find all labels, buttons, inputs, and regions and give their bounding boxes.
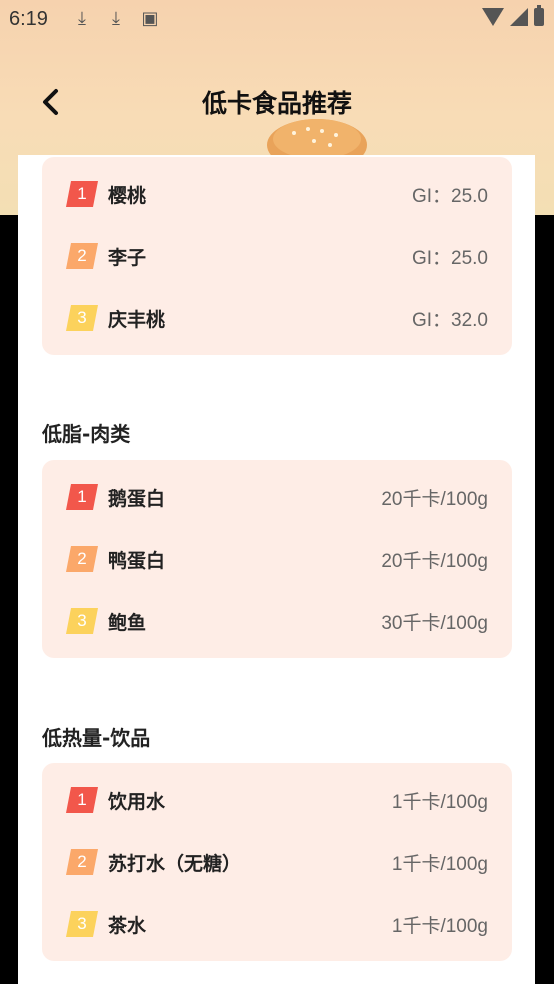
food-name: 樱桃 [108, 185, 147, 207]
list-item[interactable]: 1 饮用水 1千卡/100g [42, 779, 512, 819]
list-item[interactable]: 2 鸭蛋白 20千卡/100g [42, 538, 512, 578]
download-icon: ⤓ [78, 8, 86, 29]
food-name: 庆丰桃 [108, 309, 166, 331]
list-item[interactable]: 3 庆丰桃 GI：32.0 [42, 297, 512, 337]
food-name: 茶水 [108, 915, 147, 937]
food-value: GI：25.0 [411, 186, 488, 207]
food-name: 鹅蛋白 [108, 488, 166, 510]
food-value: 20千卡/100g [381, 489, 488, 510]
list-item[interactable]: 1 樱桃 GI：25.0 [42, 173, 512, 213]
status-time: 6:19 [9, 8, 48, 30]
food-card-drinks: 1 饮用水 1千卡/100g 2 苏打水（无糖） 1千卡/100g 3 茶水 1… [42, 763, 512, 961]
wifi-icon [482, 8, 504, 26]
section-title: 低热量-饮品 [42, 726, 151, 750]
download-icon: ⤓ [112, 8, 120, 29]
food-value: 1千卡/100g [391, 916, 488, 937]
list-item[interactable]: 3 鲍鱼 30千卡/100g [42, 600, 512, 640]
list-item[interactable]: 1 鹅蛋白 20千卡/100g [42, 476, 512, 516]
rank-badge: 2 [66, 546, 98, 572]
status-bar: 6:19 ⤓ ⤓ ▣ [0, 0, 554, 38]
app-notification-icon: ▣ [141, 8, 159, 29]
food-name: 饮用水 [108, 791, 166, 813]
food-name: 李子 [108, 247, 147, 269]
list-item[interactable]: 2 苏打水（无糖） 1千卡/100g [42, 841, 512, 881]
rank-badge: 1 [66, 181, 98, 207]
food-value: 20千卡/100g [381, 551, 488, 572]
food-name: 鸭蛋白 [108, 550, 166, 572]
food-value: 1千卡/100g [391, 792, 488, 813]
rank-badge: 3 [66, 305, 98, 331]
burger-illustration [267, 119, 367, 155]
list-item[interactable]: 2 李子 GI：25.0 [42, 235, 512, 275]
rank-badge: 1 [66, 787, 98, 813]
section-title: 低脂-肉类 [42, 422, 131, 446]
food-value: GI：25.0 [411, 248, 488, 269]
rank-badge: 1 [66, 484, 98, 510]
food-card-meat: 1 鹅蛋白 20千卡/100g 2 鸭蛋白 20千卡/100g 3 鲍鱼 30千… [42, 460, 512, 658]
food-value: 1千卡/100g [391, 854, 488, 875]
rank-badge: 3 [66, 911, 98, 937]
rank-badge: 2 [66, 243, 98, 269]
food-value: 30千卡/100g [381, 613, 488, 634]
food-name: 鲍鱼 [108, 612, 147, 634]
rank-badge: 3 [66, 608, 98, 634]
food-value: GI：32.0 [411, 310, 488, 331]
rank-badge: 2 [66, 849, 98, 875]
food-card-fruit: 1 樱桃 GI：25.0 2 李子 GI：25.0 3 庆丰桃 GI：32.0 [42, 157, 512, 355]
list-item[interactable]: 3 茶水 1千卡/100g [42, 903, 512, 943]
battery-icon [534, 5, 544, 26]
signal-icon [510, 8, 528, 26]
food-name: 苏打水（无糖） [108, 853, 242, 875]
